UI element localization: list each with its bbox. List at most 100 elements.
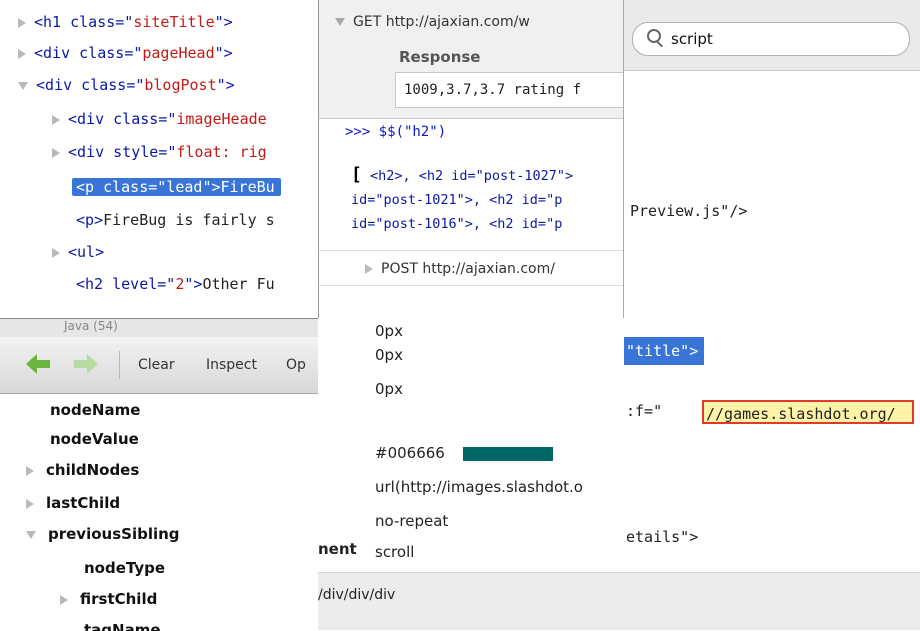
tree-node-ul[interactable]: <ul> bbox=[52, 238, 104, 266]
tag-close: > bbox=[211, 178, 221, 196]
collapse-twisty-icon[interactable] bbox=[26, 530, 36, 539]
search-match-highlight[interactable]: //games.slashdot.org/ bbox=[702, 400, 914, 424]
css-value[interactable]: 0px bbox=[375, 380, 403, 398]
category-label: Java (54) bbox=[64, 319, 118, 333]
expand-twisty-icon[interactable] bbox=[52, 147, 60, 158]
attr-value: lead bbox=[166, 178, 203, 196]
dom-property-row[interactable]: nodeValue bbox=[50, 424, 139, 455]
forward-arrow-icon[interactable] bbox=[72, 354, 98, 374]
dom-property-row[interactable]: firstChild bbox=[60, 584, 157, 615]
back-arrow-icon[interactable] bbox=[26, 354, 52, 374]
tag-close: > bbox=[225, 76, 235, 94]
result-line[interactable]: <h2>, <h2 id="post-1027"> bbox=[370, 168, 573, 184]
source-search-panel: Preview.js"/> "title"> :f=" //games.slas… bbox=[623, 0, 920, 630]
dom-property-label: lastChild bbox=[46, 494, 121, 512]
expand-twisty-icon[interactable] bbox=[18, 48, 26, 59]
category-strip: Java (54) bbox=[0, 319, 320, 337]
search-bar bbox=[624, 0, 920, 71]
post-request-row[interactable]: POST http://ajaxian.com/ bbox=[319, 250, 625, 286]
html-tree-panel: <h1 class="siteTitle"> <div class="pageH… bbox=[0, 0, 320, 318]
console-panel: GET http://ajaxian.com/w Response 1009,3… bbox=[318, 0, 625, 318]
inspect-button[interactable]: Inspect bbox=[206, 337, 257, 393]
response-label: Response bbox=[399, 48, 481, 66]
tag-name: div bbox=[43, 44, 71, 62]
dom-property-row[interactable]: tagName bbox=[84, 615, 161, 631]
attr-name: class bbox=[103, 178, 149, 196]
dom-property-row[interactable]: childNodes bbox=[26, 455, 139, 486]
css-color-value[interactable]: #006666 bbox=[375, 444, 445, 462]
source-line: etails"> bbox=[626, 528, 699, 546]
attr-name: class bbox=[81, 76, 127, 94]
attr-name: style bbox=[113, 143, 159, 161]
tree-node-div-float[interactable]: <div style="float: rig bbox=[52, 138, 267, 166]
attr-value: pageHead bbox=[142, 44, 215, 62]
element-path[interactable]: /div/div/div bbox=[318, 587, 395, 603]
expand-twisty-icon[interactable] bbox=[365, 264, 373, 274]
node-text: Other Fu bbox=[202, 275, 275, 293]
search-icon bbox=[647, 29, 663, 48]
console-command: >>> $$("h2") bbox=[345, 124, 447, 140]
toolbar-divider bbox=[119, 351, 120, 379]
network-request-block: GET http://ajaxian.com/w Response 1009,3… bbox=[319, 0, 625, 119]
attr-value: siteTitle bbox=[133, 13, 215, 31]
search-field[interactable] bbox=[632, 22, 910, 56]
tag-name: div bbox=[45, 76, 73, 94]
css-value[interactable]: url(http://images.slashdot.o bbox=[375, 478, 583, 496]
node-text: FireBu bbox=[220, 178, 275, 196]
dom-property-row[interactable]: previousSibling bbox=[26, 519, 180, 550]
attr-name: class bbox=[79, 44, 125, 62]
collapse-twisty-icon[interactable] bbox=[18, 81, 28, 90]
expand-twisty-icon[interactable] bbox=[26, 498, 34, 509]
tree-node-h2[interactable]: <h2 level="2">Other Fu bbox=[76, 270, 275, 298]
css-value[interactable]: 0px bbox=[375, 322, 403, 340]
tag-name: ul bbox=[77, 243, 96, 261]
attr-value: imageHeade bbox=[176, 110, 267, 128]
attr-name: class bbox=[113, 110, 159, 128]
dom-property-row[interactable]: nodeName bbox=[50, 395, 140, 426]
expand-twisty-icon[interactable] bbox=[52, 247, 60, 258]
expand-twisty-icon[interactable] bbox=[18, 17, 26, 28]
dom-property-row[interactable]: nodeType bbox=[84, 553, 165, 584]
dom-property-label: firstChild bbox=[80, 590, 158, 608]
css-property-label: nent bbox=[318, 540, 357, 558]
tree-node-div-blogpost[interactable]: <div class="blogPost"> bbox=[18, 71, 235, 99]
dom-property-label: childNodes bbox=[46, 461, 140, 479]
dom-property-row[interactable]: lastChild bbox=[26, 488, 120, 519]
search-input[interactable] bbox=[671, 23, 891, 55]
css-properties-panel: 0px 0px 0px #006666 url(http://images.sl… bbox=[318, 318, 624, 630]
get-request-row[interactable]: GET http://ajaxian.com/w bbox=[335, 14, 530, 30]
tag-close: > bbox=[223, 44, 233, 62]
tree-node-div-pagehead[interactable]: <div class="pageHead"> bbox=[18, 39, 233, 67]
css-value[interactable]: 0px bbox=[375, 346, 403, 364]
tag-name: h1 bbox=[43, 13, 62, 31]
expand-twisty-icon[interactable] bbox=[52, 114, 60, 125]
expand-twisty-icon[interactable] bbox=[60, 594, 68, 605]
color-swatch bbox=[463, 447, 553, 461]
tag-close: > bbox=[95, 243, 105, 261]
tree-node-div-imageheader[interactable]: <div class="imageHeade bbox=[52, 105, 267, 133]
tree-node-p-lead-selected[interactable]: <p class="lead">FireBu bbox=[72, 173, 281, 201]
tag-name: h2 bbox=[85, 275, 104, 293]
attr-value: blogPost bbox=[144, 76, 217, 94]
expand-twisty-icon[interactable] bbox=[26, 465, 34, 476]
get-request-url: GET http://ajaxian.com/w bbox=[353, 14, 530, 30]
css-value[interactable]: scroll bbox=[375, 543, 414, 561]
collapse-twisty-icon[interactable] bbox=[335, 18, 345, 26]
options-button[interactable]: Op bbox=[286, 337, 306, 393]
tag-name: div bbox=[77, 110, 105, 128]
tag-close: > bbox=[223, 13, 233, 31]
response-value: 1009,3.7,3.7 rating f bbox=[395, 72, 625, 108]
highlighted-source-line: "title"> bbox=[624, 337, 705, 365]
console-result: [ <h2>, <h2 id="post-1027"> id="post-102… bbox=[351, 163, 625, 236]
clear-button[interactable]: Clear bbox=[138, 337, 175, 393]
result-open-bracket: [ bbox=[351, 164, 362, 185]
source-line: Preview.js"/> bbox=[630, 202, 748, 220]
toolbar: Clear Inspect Op bbox=[0, 337, 320, 394]
tag-name: p bbox=[85, 211, 95, 229]
result-line[interactable]: id="post-1016">, <h2 id="p bbox=[351, 212, 625, 236]
tree-node-p[interactable]: <p>FireBug is fairly s bbox=[76, 206, 275, 234]
status-bar bbox=[624, 572, 920, 630]
result-line[interactable]: id="post-1021">, <h2 id="p bbox=[351, 188, 625, 212]
tree-node-h1[interactable]: <h1 class="siteTitle"> bbox=[18, 8, 233, 36]
css-value[interactable]: no-repeat bbox=[375, 512, 448, 530]
